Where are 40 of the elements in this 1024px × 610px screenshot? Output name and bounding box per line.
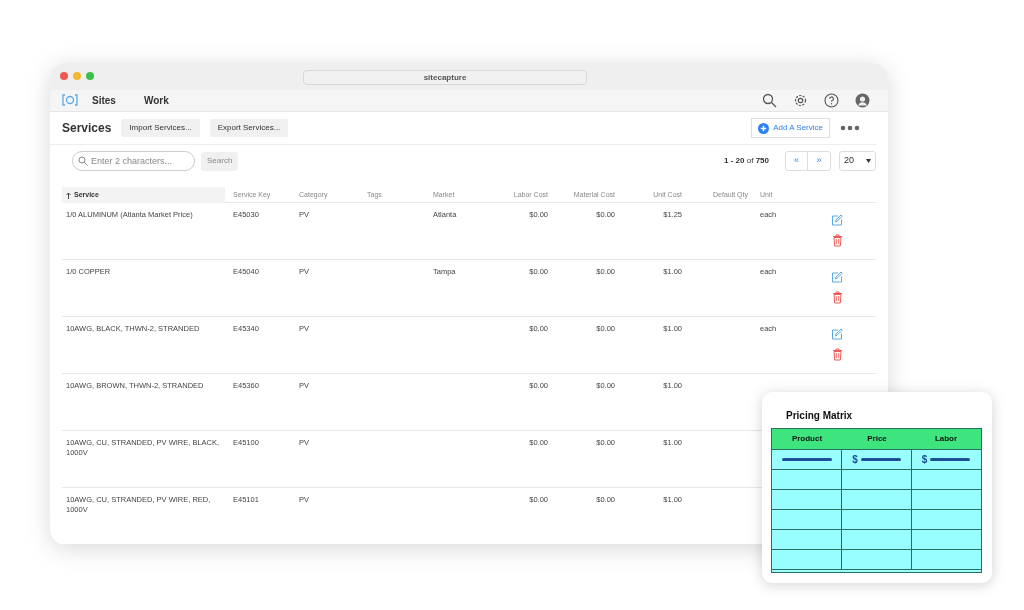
column-header: Price bbox=[866, 433, 888, 445]
currency-symbol: $ bbox=[921, 453, 928, 467]
more-icon[interactable] bbox=[840, 125, 860, 131]
edit-icon[interactable] bbox=[831, 328, 843, 340]
card-title: Pricing Matrix bbox=[785, 409, 854, 423]
page-title: Services bbox=[62, 120, 112, 137]
maximize-button[interactable] bbox=[86, 72, 94, 81]
nav-link[interactable]: Work bbox=[143, 92, 169, 108]
placeholder-line-icon bbox=[930, 458, 971, 461]
settings-icon[interactable] bbox=[793, 92, 808, 108]
sort-arrow-icon bbox=[66, 191, 71, 199]
delete-icon[interactable] bbox=[831, 348, 843, 361]
currency-symbol: $ bbox=[852, 453, 858, 467]
placeholder-line-icon bbox=[860, 458, 901, 461]
delete-icon[interactable] bbox=[831, 234, 843, 247]
pagination-summary: 1 - 20 of 750 bbox=[724, 155, 769, 167]
column-header: Labor bbox=[933, 433, 959, 445]
nav-link[interactable]: Sites bbox=[92, 92, 116, 108]
plus-icon bbox=[758, 122, 770, 134]
next-page-button[interactable]: » bbox=[808, 152, 830, 170]
user-avatar-icon[interactable] bbox=[855, 92, 870, 108]
search-icon[interactable] bbox=[762, 92, 777, 108]
search-icon bbox=[78, 156, 88, 166]
search-button[interactable]: Search bbox=[201, 151, 239, 171]
previous-page-button[interactable]: « bbox=[786, 152, 808, 170]
camera-icon[interactable] bbox=[62, 94, 78, 107]
edit-icon[interactable] bbox=[831, 271, 843, 283]
column-header: Product bbox=[790, 433, 824, 445]
add-service-button[interactable]: Add A Service bbox=[751, 118, 830, 138]
search-field[interactable]: Enter 2 characters... bbox=[72, 151, 195, 171]
page-size-dropdown[interactable]: 20 bbox=[839, 151, 876, 171]
address-bar[interactable]: sitecapture bbox=[303, 70, 587, 85]
help-icon[interactable] bbox=[824, 92, 839, 108]
placeholder-line-icon bbox=[781, 458, 832, 461]
edit-icon[interactable] bbox=[831, 214, 843, 226]
toolbar-button[interactable]: Import Services... bbox=[121, 119, 200, 137]
delete-icon[interactable] bbox=[831, 291, 843, 304]
toolbar-button[interactable]: Export Services... bbox=[209, 119, 289, 137]
caret-icon bbox=[866, 159, 871, 163]
close-button[interactable] bbox=[60, 72, 68, 81]
